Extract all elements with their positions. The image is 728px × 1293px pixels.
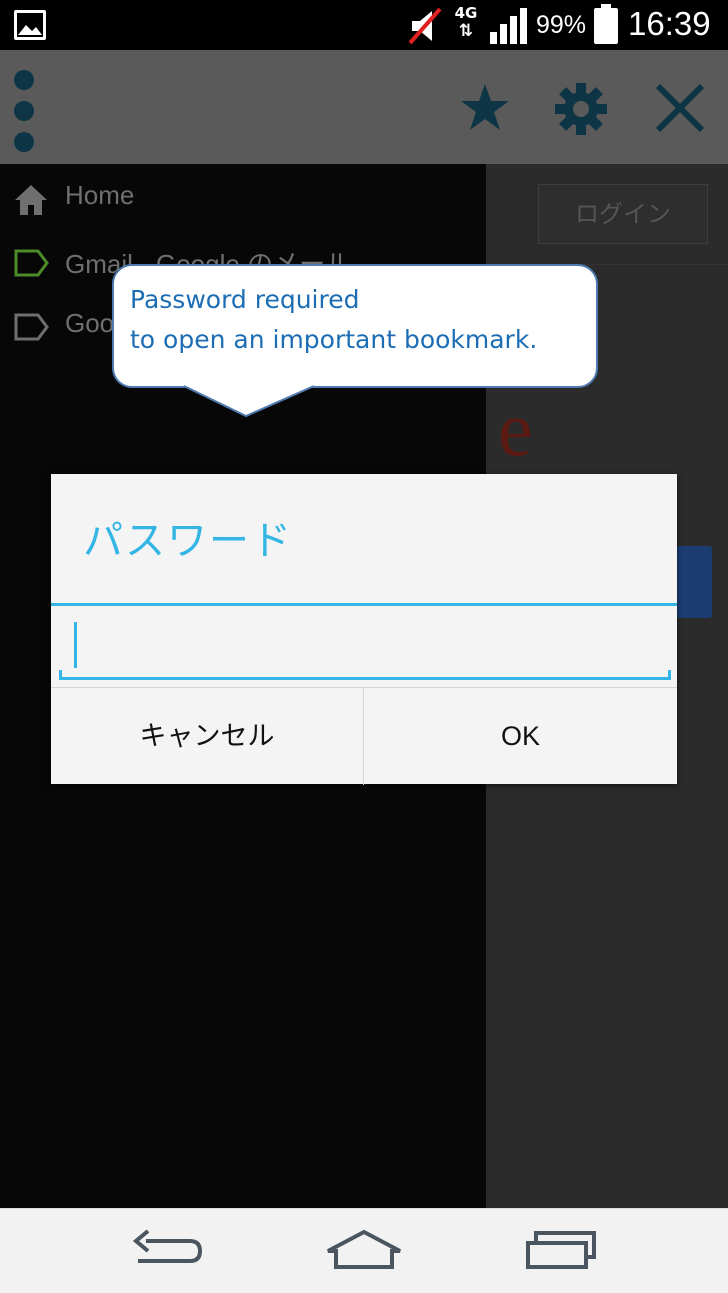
battery-icon <box>594 4 618 44</box>
home-icon <box>15 185 47 215</box>
home-icon[interactable] <box>324 1229 404 1273</box>
tag-icon <box>14 249 49 277</box>
password-dialog: パスワード キャンセル OK <box>51 474 677 785</box>
mute-icon <box>408 7 442 45</box>
google-logo-fragment: e <box>498 385 533 472</box>
input-underline <box>59 670 671 680</box>
back-icon[interactable] <box>132 1229 204 1273</box>
dialog-title: パスワード <box>83 518 293 564</box>
login-button[interactable]: ログイン <box>538 184 708 244</box>
battery-percent: 99% <box>536 11 587 39</box>
dialog-button-row: キャンセル OK <box>51 687 677 785</box>
callout-line-1: Password required <box>130 285 360 314</box>
cancel-button[interactable]: キャンセル <box>51 688 364 785</box>
drawer-item-label: Home <box>65 180 135 210</box>
password-input[interactable] <box>59 614 671 680</box>
title-divider <box>51 603 677 606</box>
tag-icon <box>14 313 49 341</box>
drawer-item-label: Goo <box>65 308 115 338</box>
menu-dots-icon[interactable] <box>14 70 36 163</box>
callout-line-2: to open an important bookmark. <box>130 325 538 354</box>
signal-icon <box>490 8 527 44</box>
ok-button[interactable]: OK <box>364 688 677 785</box>
data-arrows-icon: ⇅ <box>458 21 474 41</box>
app-bar <box>0 50 728 164</box>
drawer-item-home[interactable]: Home <box>14 180 474 220</box>
text-cursor <box>74 622 77 668</box>
status-bar: 4G ⇅ 99% 16:39 <box>0 0 728 50</box>
search-button[interactable] <box>676 546 712 618</box>
recents-icon[interactable] <box>524 1229 598 1273</box>
clock: 16:39 <box>628 5 711 42</box>
close-icon[interactable] <box>655 83 705 133</box>
gallery-notification-icon <box>14 10 46 40</box>
network-indicator: 4G ⇅ <box>452 4 480 41</box>
gear-icon[interactable] <box>555 83 607 135</box>
password-callout: Password required to open an important b… <box>112 264 598 388</box>
star-icon[interactable] <box>460 83 510 131</box>
network-type: 4G <box>454 4 478 22</box>
system-nav-bar <box>0 1208 728 1293</box>
callout-pointer <box>184 385 314 418</box>
